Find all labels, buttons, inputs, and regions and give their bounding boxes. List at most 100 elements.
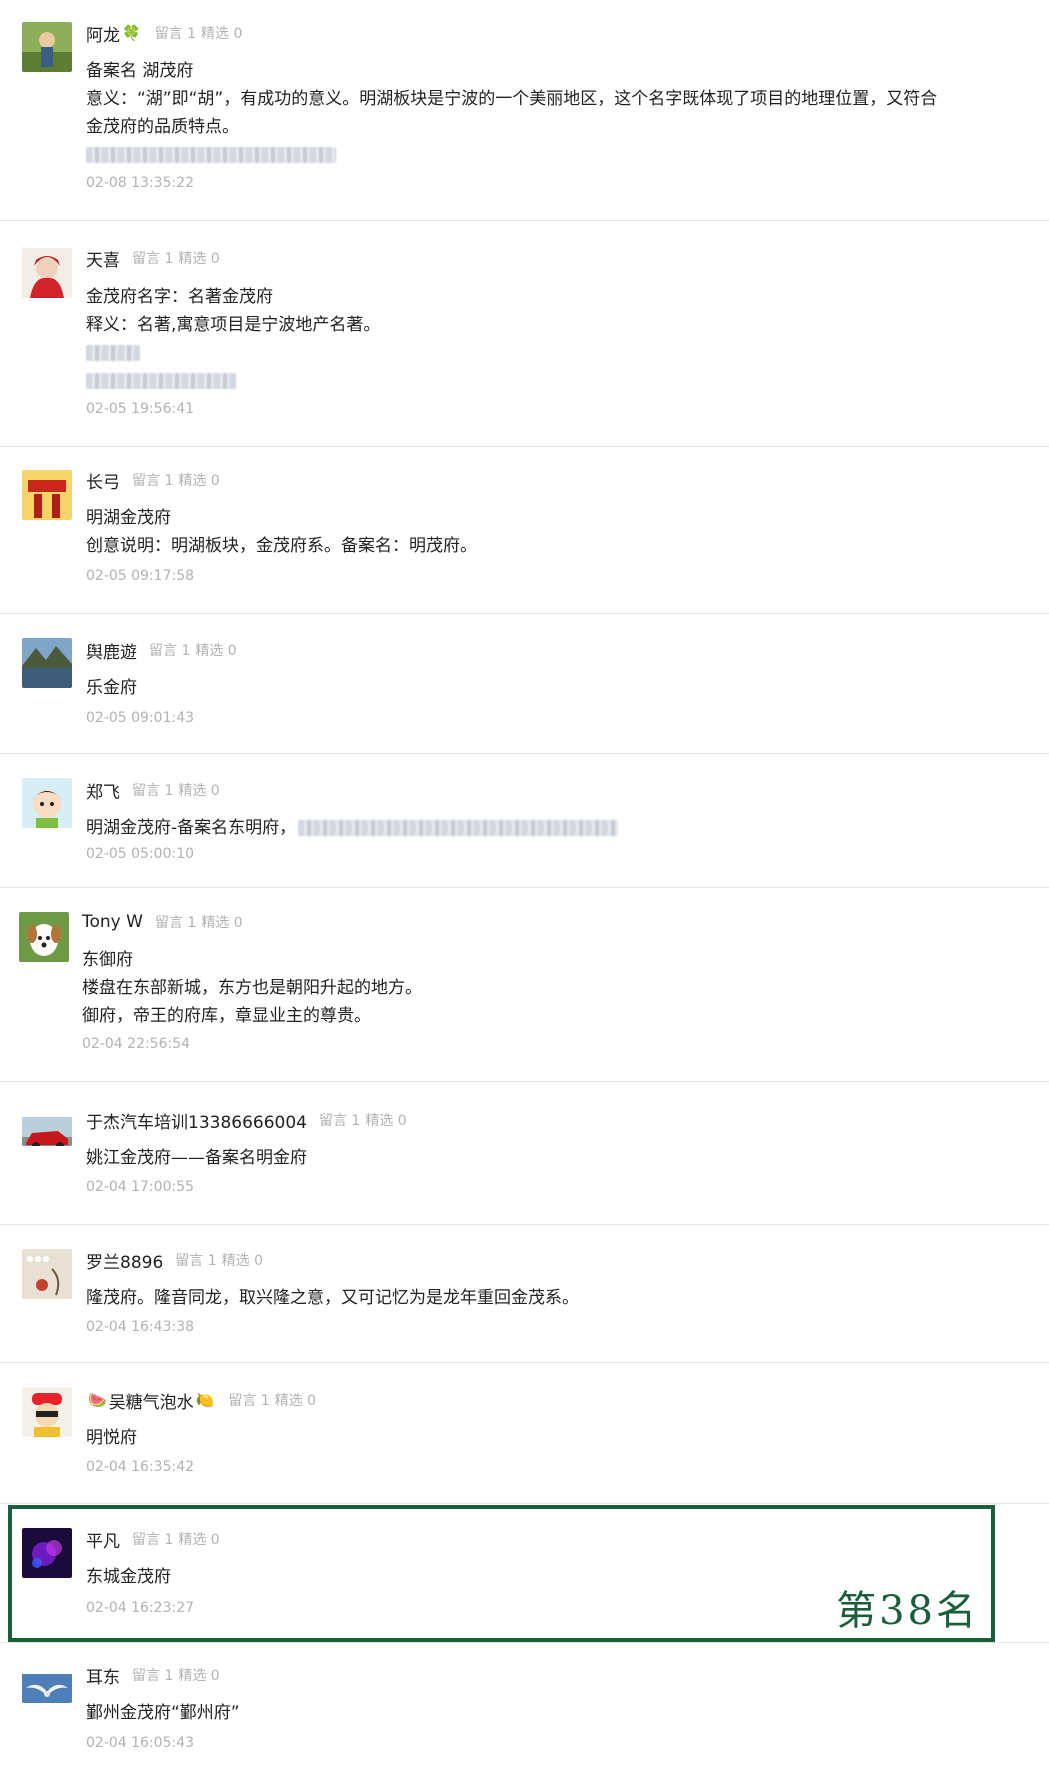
comment-timestamp: 02-04 16:43:38 (86, 1319, 195, 1335)
comment-line: 明悦府 (86, 1428, 137, 1448)
dog-avatar-icon[interactable] (19, 912, 69, 962)
cartoon-girl-avatar-icon[interactable] (22, 1387, 72, 1437)
comment-body: 乐金府 (86, 674, 137, 702)
featured-count: 精选 0 (178, 783, 220, 799)
nickname[interactable]: 吴糖气泡水 (109, 1388, 194, 1413)
red-poster-avatar-icon[interactable] (22, 470, 72, 520)
comment-line: 释义：名著,寓意项目是宁波地产名著。 (86, 315, 381, 335)
cartoon-boy-avatar-icon[interactable] (22, 778, 72, 828)
comment-timestamp: 02-05 05:00:10 (86, 846, 195, 862)
nickname[interactable]: 舆鹿遊 (86, 638, 137, 663)
comment-timestamp: 02-08 13:35:22 (86, 175, 195, 191)
comment-stats: 留言 1 精选 0 (155, 912, 248, 932)
comment-body: 明湖金茂府 创意说明：明湖板块，金茂府系。备案名：明茂府。 (86, 504, 477, 560)
comment-timestamp: 02-04 16:35:42 (86, 1459, 195, 1475)
featured-count: 精选 0 (178, 251, 220, 267)
red-car-avatar-icon[interactable] (22, 1110, 72, 1146)
comment-item: 长弓 留言 1 精选 0 明湖金茂府 创意说明：明湖板块，金茂府系。备案名：明茂府… (0, 447, 1049, 614)
comment-meta: 郑飞 留言 1 精选 0 (86, 778, 225, 803)
comment-body: 姚江金茂府——备案名明金府 (86, 1144, 307, 1172)
comment-line: 备案名 湖茂府 (86, 61, 194, 81)
comment-meta: 阿龙 🍀 留言 1 精选 0 (86, 21, 248, 46)
comment-body: 明湖金茂府-备案名东明府， (86, 814, 619, 842)
nickname[interactable]: Tony W (82, 912, 143, 932)
nickname[interactable]: 罗兰8896 (86, 1248, 163, 1273)
reply-count: 留言 1 (228, 1393, 270, 1409)
comment-timestamp: 02-05 09:17:58 (86, 568, 195, 584)
comment-line: 创意说明：明湖板块，金茂府系。备案名：明茂府。 (86, 536, 477, 556)
comment-stats: 留言 1 精选 0 (155, 23, 248, 43)
painting-avatar-icon[interactable] (22, 1249, 72, 1299)
lake-avatar-icon[interactable] (22, 638, 72, 688)
comment-stats: 留言 1 精选 0 (132, 248, 225, 268)
comment-line: 金茂府的品质特点。 (86, 117, 239, 137)
redacted-name (86, 339, 380, 367)
comment-line: 姚江金茂府——备案名明金府 (86, 1148, 307, 1168)
landscape-avatar-icon[interactable] (22, 22, 72, 72)
comment-stats: 留言 1 精选 0 (132, 470, 225, 490)
comment-line: 金茂府名字：名著金茂府 (86, 287, 273, 307)
comment-meta: 🍉 吴糖气泡水 🍋 留言 1 精选 0 (86, 1388, 321, 1413)
nickname[interactable]: 耳东 (86, 1663, 120, 1688)
comment-line: 楼盘在东部新城，东方也是朝阳升起的地方。 (82, 978, 422, 998)
comment-timestamp: 02-05 09:01:43 (86, 710, 195, 726)
comment-item: 于杰汽车培训13386666004 留言 1 精选 0 姚江金茂府——备案名明金府… (0, 1082, 1049, 1225)
comment-line: 乐金府 (86, 678, 137, 698)
comment-text: 明湖金茂府-备案名东明府， (86, 818, 297, 838)
comment-meta: Tony W 留言 1 精选 0 (82, 910, 248, 934)
nickname[interactable]: 天喜 (86, 246, 120, 271)
comment-stats: 留言 1 精选 0 (132, 780, 225, 800)
comment-stats: 留言 1 精选 0 (132, 1665, 225, 1685)
comment-stats: 留言 1 精选 0 (228, 1390, 321, 1410)
comment-stats: 留言 1 精选 0 (149, 640, 242, 660)
comment-item: 郑飞 留言 1 精选 0 明湖金茂府-备案名东明府， 02-05 05:00:10 (0, 754, 1049, 888)
comment-item: 阿龙 🍀 留言 1 精选 0 备案名 湖茂府 意义：“湖”即“胡”，有成功的意义。… (0, 0, 1049, 221)
comment-body: 东御府 楼盘在东部新城，东方也是朝阳升起的地方。 御府，帝王的府库，章显业主的尊… (82, 946, 422, 1030)
nickname[interactable]: 于杰汽车培训13386666004 (86, 1108, 307, 1133)
comment-item: 天喜 留言 1 精选 0 金茂府名字：名著金茂府 释义：名著,寓意项目是宁波地产名… (0, 221, 1049, 447)
clover-icon: 🍀 (122, 24, 141, 42)
reply-count: 留言 1 (132, 251, 174, 267)
rank-label: 第38名 (836, 1588, 979, 1634)
comment-line: 明湖金茂府-备案名东明府， (86, 814, 619, 842)
reply-count: 留言 1 (318, 1113, 361, 1129)
nickname[interactable]: 郑飞 (86, 778, 120, 803)
comment-body: 明悦府 (86, 1424, 137, 1452)
featured-count: 精选 0 (274, 1393, 317, 1409)
comment-meta: 于杰汽车培训13386666004 留言 1 精选 0 (86, 1108, 412, 1133)
comment-body: 隆茂府。隆音同龙，取兴隆之意，又可记忆为是龙年重回金茂系。 (86, 1284, 579, 1312)
redacted-contact (298, 820, 619, 836)
reply-count: 留言 1 (154, 915, 197, 931)
comment-item: Tony W 留言 1 精选 0 东御府 楼盘在东部新城，东方也是朝阳升起的地方。… (0, 888, 1049, 1082)
reply-count: 留言 1 (132, 473, 174, 489)
seagull-avatar-icon[interactable] (22, 1667, 72, 1703)
nickname[interactable]: 长弓 (86, 468, 120, 493)
comment-body: 金茂府名字：名著金茂府 释义：名著,寓意项目是宁波地产名著。 (86, 283, 380, 395)
comment-timestamp: 02-05 19:56:41 (86, 401, 195, 417)
comment-item: 罗兰8896 留言 1 精选 0 隆茂府。隆音同龙，取兴隆之意，又可记忆为是龙年重… (0, 1225, 1049, 1363)
comment-stats: 留言 1 精选 0 (175, 1250, 268, 1270)
featured-count: 精选 0 (178, 1668, 220, 1684)
comment-meta: 长弓 留言 1 精选 0 (86, 468, 225, 493)
lemon-icon: 🍋 (195, 1391, 215, 1409)
comment-line: 明湖金茂府 (86, 508, 171, 528)
reply-count: 留言 1 (132, 1668, 174, 1684)
comment-item: 耳东 留言 1 精选 0 鄞州金茂府“鄞州府” 02-04 16:05:43 (0, 1643, 1049, 1781)
red-scarf-avatar-icon[interactable] (22, 248, 72, 298)
featured-count: 精选 0 (195, 643, 237, 659)
comment-line: 意义：“湖”即“胡”，有成功的意义。明湖板块是宁波的一个美丽地区，这个名字既体现… (86, 89, 938, 109)
comment-timestamp: 02-04 16:05:43 (86, 1735, 195, 1751)
comment-line: 鄞州金茂府“鄞州府” (86, 1703, 240, 1723)
watermelon-icon: 🍉 (88, 1391, 107, 1409)
nickname[interactable]: 阿龙 (86, 21, 120, 46)
comment-item: 🍉 吴糖气泡水 🍋 留言 1 精选 0 明悦府 02-04 16:35:42 (0, 1363, 1049, 1504)
rank-highlight-box: 第38名 (8, 1505, 995, 1642)
comment-line: 东御府 (82, 950, 133, 970)
comment-meta: 耳东 留言 1 精选 0 (86, 1663, 225, 1688)
featured-count: 精选 0 (221, 1253, 263, 1269)
comment-meta: 舆鹿遊 留言 1 精选 0 (86, 638, 242, 663)
comment-stats: 留言 1 精选 0 (319, 1110, 412, 1130)
reply-count: 留言 1 (149, 643, 191, 659)
comment-timestamp: 02-04 17:00:55 (86, 1179, 195, 1195)
redacted-contact (86, 367, 380, 395)
